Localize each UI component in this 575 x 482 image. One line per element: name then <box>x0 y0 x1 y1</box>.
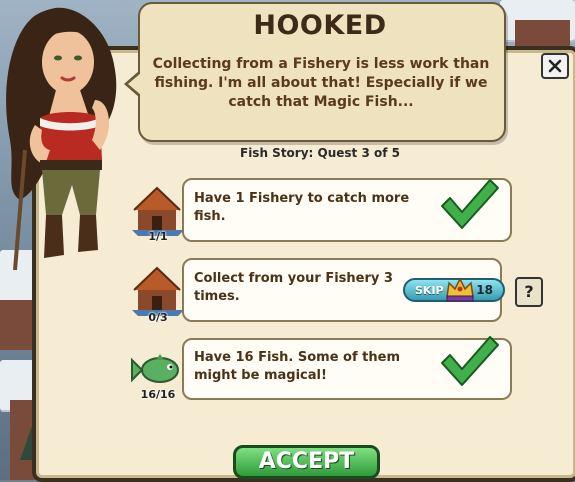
checkmark-icon <box>441 336 499 386</box>
accept-button[interactable]: ACCEPT <box>233 445 380 479</box>
crown-icon <box>446 277 474 302</box>
skip-label: SKIP <box>415 283 444 297</box>
quest-title: HOOKED <box>253 10 387 41</box>
task-text: Have 16 Fish. Some of them might be magi… <box>194 350 401 383</box>
close-button[interactable] <box>541 53 569 79</box>
quest-dialog: Collecting from a Fishery is less work t… <box>152 56 490 110</box>
skip-cost: 18 <box>476 283 493 297</box>
checkmark-icon <box>441 179 499 229</box>
task-progress: 16/16 <box>140 388 176 401</box>
house <box>0 300 35 350</box>
task-progress: 0/3 <box>148 311 168 324</box>
task-text: Collect from your Fishery 3 times. <box>194 271 393 304</box>
task-progress: 1/1 <box>148 230 168 243</box>
task-text: Have 1 Fishery to catch more fish. <box>194 191 410 224</box>
quest-subtitle: Fish Story: Quest 3 of 5 <box>240 146 400 160</box>
help-button[interactable]: ? <box>515 277 543 307</box>
bubble-tail-inner <box>128 73 141 95</box>
close-icon <box>548 59 562 73</box>
